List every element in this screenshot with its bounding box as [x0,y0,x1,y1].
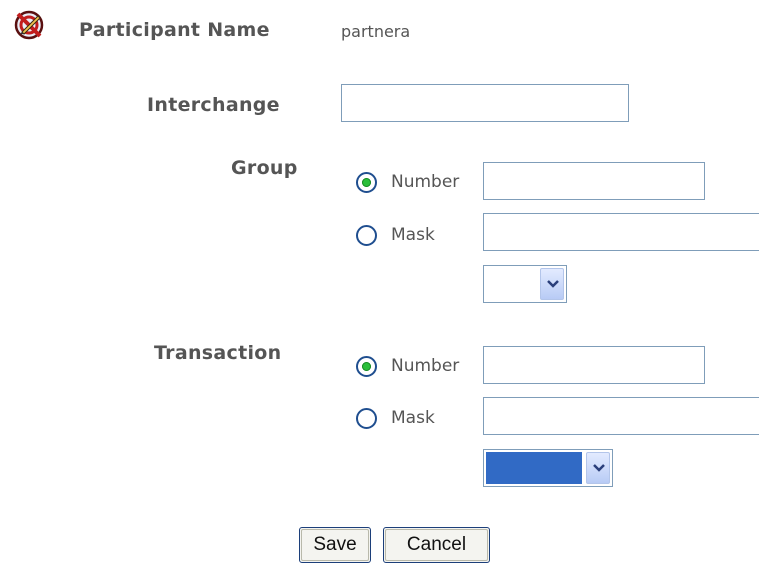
chevron-down-icon[interactable] [586,452,610,484]
select-highlight [486,452,582,484]
transaction-mask-option-label: Mask [391,408,435,428]
group-number-option-label: Number [391,172,460,192]
cancel-button[interactable]: Cancel [383,527,490,563]
radio-selected-dot [362,362,371,371]
chevron-down-icon[interactable] [540,268,564,300]
transaction-label: Transaction [154,342,282,364]
transaction-mask-input[interactable] [483,397,759,435]
group-select[interactable] [483,265,567,303]
participant-name-value: partnera [341,22,411,41]
participant-name-label: Participant Name [79,19,270,41]
transaction-mask-radio[interactable] [356,408,377,429]
group-number-radio[interactable] [356,172,377,193]
save-button[interactable]: Save [299,527,371,563]
transaction-number-radio[interactable] [356,356,377,377]
transaction-number-input[interactable] [483,346,705,384]
group-label: Group [231,157,298,179]
group-mask-radio[interactable] [356,225,377,246]
group-mask-option-label: Mask [391,225,435,245]
edit-pencil-icon [12,8,46,42]
group-mask-input[interactable] [483,213,759,251]
group-number-input[interactable] [483,162,705,200]
transaction-number-option-label: Number [391,356,460,376]
radio-selected-dot [362,178,371,187]
transaction-select[interactable] [483,449,613,487]
interchange-input[interactable] [341,84,629,122]
interchange-label: Interchange [147,94,280,116]
